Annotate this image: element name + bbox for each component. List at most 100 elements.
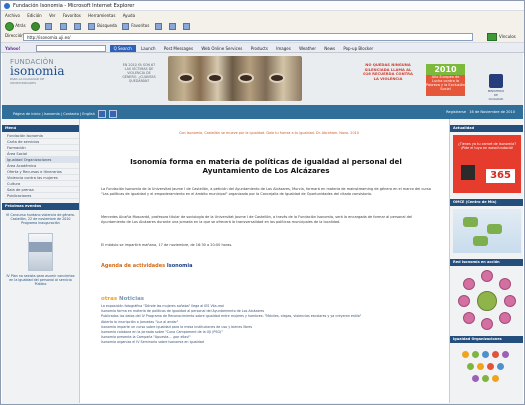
article-title: Isonomía forma en materia de políticas d… xyxy=(130,157,402,175)
favorites-button[interactable]: Favoritos xyxy=(122,21,149,30)
navigation-toolbar: Atrás Búsqueda Favoritos xyxy=(1,19,524,32)
home-button[interactable] xyxy=(73,21,83,30)
news-list: La exposición fotográfica "Dónde las muj… xyxy=(101,304,431,346)
wheel-center xyxy=(476,291,497,311)
yahoo-logo[interactable]: Yahoo! xyxy=(5,46,35,51)
address-label: Dirección xyxy=(5,33,24,38)
phone-icon xyxy=(461,165,475,180)
sidebar-menu: Fundación Isonomía Carta de servicios Fo… xyxy=(2,132,79,199)
omce-heading: OMCE (Centro de Mía) xyxy=(450,199,523,206)
title-bar: Fundación Isonomia - Microsoft Internet … xyxy=(1,1,524,11)
home-icon xyxy=(73,22,81,30)
crest-icon xyxy=(489,74,503,88)
go-button[interactable] xyxy=(487,33,497,41)
sidebar-item-publicaciones[interactable]: Publicaciones xyxy=(5,193,79,199)
web-page: FUNDACIÓN isonomia PARA LA IGUALDAD DE O… xyxy=(1,53,524,403)
back-button[interactable]: Atrás xyxy=(5,21,26,31)
search-icon xyxy=(88,22,96,30)
products-link[interactable]: Products xyxy=(251,46,268,51)
logo-subtitle: PARA LA IGUALDAD DE OPORTUNIDADES xyxy=(10,77,45,85)
social-icon[interactable] xyxy=(109,110,118,118)
refresh-icon xyxy=(59,22,67,30)
yahoo-search-button[interactable]: Q Search xyxy=(109,45,136,52)
red-heading: Red Isonomía en acción xyxy=(450,259,523,266)
promo-banner[interactable]: ¿Tienes ya tu carnet de Isonomía? ¡Pide … xyxy=(453,135,521,193)
star-icon xyxy=(122,22,130,30)
popup-blocker-link[interactable]: Pop-up Blocker xyxy=(343,46,373,51)
banner-tagline: EN 2010 YA SON 67 LAS VÍCTIMAS DE VIOLEN… xyxy=(122,63,156,83)
eye-1 xyxy=(178,73,194,83)
internet-explorer-icon xyxy=(4,3,10,9)
eye-2 xyxy=(207,73,223,83)
event-text[interactable]: VI Concurso hurdano violencia de género.… xyxy=(2,210,79,228)
history-button[interactable] xyxy=(154,21,164,30)
links-button[interactable]: Vínculos xyxy=(499,33,519,41)
menu-view[interactable]: Ver xyxy=(49,13,56,18)
yahoo-toolbar: Yahoo! Q Search Launch Post Messages Web… xyxy=(1,42,524,53)
people-graphic[interactable] xyxy=(458,347,516,391)
browser-window: Fundación Isonomia - Microsoft Internet … xyxy=(0,0,525,405)
news-item[interactable]: Isonomía organiza el IV Seminario sobre … xyxy=(101,340,431,345)
stop-icon xyxy=(45,22,53,30)
events-heading: Próximas eventos xyxy=(2,203,79,210)
web-online-link[interactable]: Web Online Services xyxy=(201,46,242,51)
post-messages-link[interactable]: Post Messages xyxy=(164,46,193,51)
main-content: Con Isonomía, Castellón se mueve por la … xyxy=(83,119,449,403)
map-region xyxy=(473,236,488,246)
print-button[interactable] xyxy=(183,21,192,30)
images-link[interactable]: Images xyxy=(276,46,291,51)
forward-arrow-icon xyxy=(30,21,40,31)
ministerio-logo[interactable]: MINISTERIO DE IGUALDAD xyxy=(487,74,505,101)
menu-bar: Archivo Edición Ver Favoritos Herramient… xyxy=(1,11,524,19)
igualdad-heading: Igualdad Organizaciones xyxy=(450,336,523,343)
agenda-heading[interactable]: Agenda de actividades Isonomia xyxy=(101,263,192,269)
back-arrow-icon xyxy=(5,21,14,31)
eyes-photo xyxy=(168,56,302,101)
history-icon xyxy=(154,22,162,30)
book-cover-image[interactable] xyxy=(28,233,53,271)
weather-link[interactable]: Weather xyxy=(299,46,316,51)
campaign-text: NO QUEDAS NINGUNA SILENCIADA LLAMA AL 01… xyxy=(363,63,413,81)
window-title: Fundación Isonomia - Microsoft Internet … xyxy=(13,3,135,9)
menu-file[interactable]: Archivo xyxy=(5,13,20,18)
stop-button[interactable] xyxy=(45,21,54,30)
search-button[interactable]: Búsqueda xyxy=(88,21,117,30)
network-wheel-image[interactable] xyxy=(456,270,518,330)
menu-help[interactable]: Ayuda xyxy=(123,13,135,18)
yahoo-search-input[interactable] xyxy=(36,45,107,52)
news-heading: otras Noticias xyxy=(101,296,145,302)
menu-heading: Menú xyxy=(2,125,79,132)
logo-name-text: isonomia xyxy=(10,64,65,78)
article-paragraph-3: El módulo se impartirá mañana, 17 de nov… xyxy=(101,243,233,247)
address-bar: Dirección http://isonomia.uji.es/ Víncul… xyxy=(1,32,524,42)
right-sidebar: Actualidad ¿Tienes ya tu carnet de Isono… xyxy=(449,119,523,403)
kicker-text: Con Isonomía, Castellón se mueve por la … xyxy=(179,131,359,135)
map-image[interactable] xyxy=(453,209,521,253)
isonomia-logo[interactable]: FUNDACIÓN isonomia PARA LA IGUALDAD DE O… xyxy=(10,59,70,99)
address-input[interactable]: http://isonomia.uji.es/ xyxy=(23,33,473,41)
forward-button[interactable] xyxy=(30,21,40,31)
actualidad-heading: Actualidad xyxy=(450,125,523,132)
current-date: Registrarse 16 de Noviembre de 2010 xyxy=(446,110,515,114)
article-paragraph-2: Mercedes Alcañiz Moscardó, profesora tit… xyxy=(101,215,412,224)
site-banner: FUNDACIÓN isonomia PARA LA IGUALDAD DE O… xyxy=(2,53,523,105)
launch-link[interactable]: Launch xyxy=(141,46,155,51)
menu-favorites[interactable]: Favoritos xyxy=(63,13,81,18)
print-icon xyxy=(183,22,191,30)
eye-3 xyxy=(238,73,254,83)
map-region xyxy=(463,217,478,227)
refresh-button[interactable] xyxy=(59,21,69,30)
news-link[interactable]: News xyxy=(324,46,335,51)
left-sidebar: Menú Fundación Isonomía Carta de servici… xyxy=(2,119,80,403)
book-caption[interactable]: IV Plan no sexista para asumir concierto… xyxy=(2,271,79,289)
mail-button[interactable] xyxy=(168,21,178,30)
facebook-icon[interactable] xyxy=(98,110,107,118)
map-region xyxy=(487,224,502,234)
mail-icon xyxy=(168,22,176,30)
menu-edit[interactable]: Edición xyxy=(27,13,41,18)
article-paragraph-1: La Fundación Isonomía de la Universitat … xyxy=(101,187,431,196)
menu-tools[interactable]: Herramientas xyxy=(88,13,115,18)
year-2010-badge[interactable]: 2010 Año Europeo de Lucha contra la Pobr… xyxy=(426,64,465,96)
top-links[interactable]: Página de inicio | Isonomía | Contacto |… xyxy=(13,112,95,116)
eye-4 xyxy=(269,73,285,83)
